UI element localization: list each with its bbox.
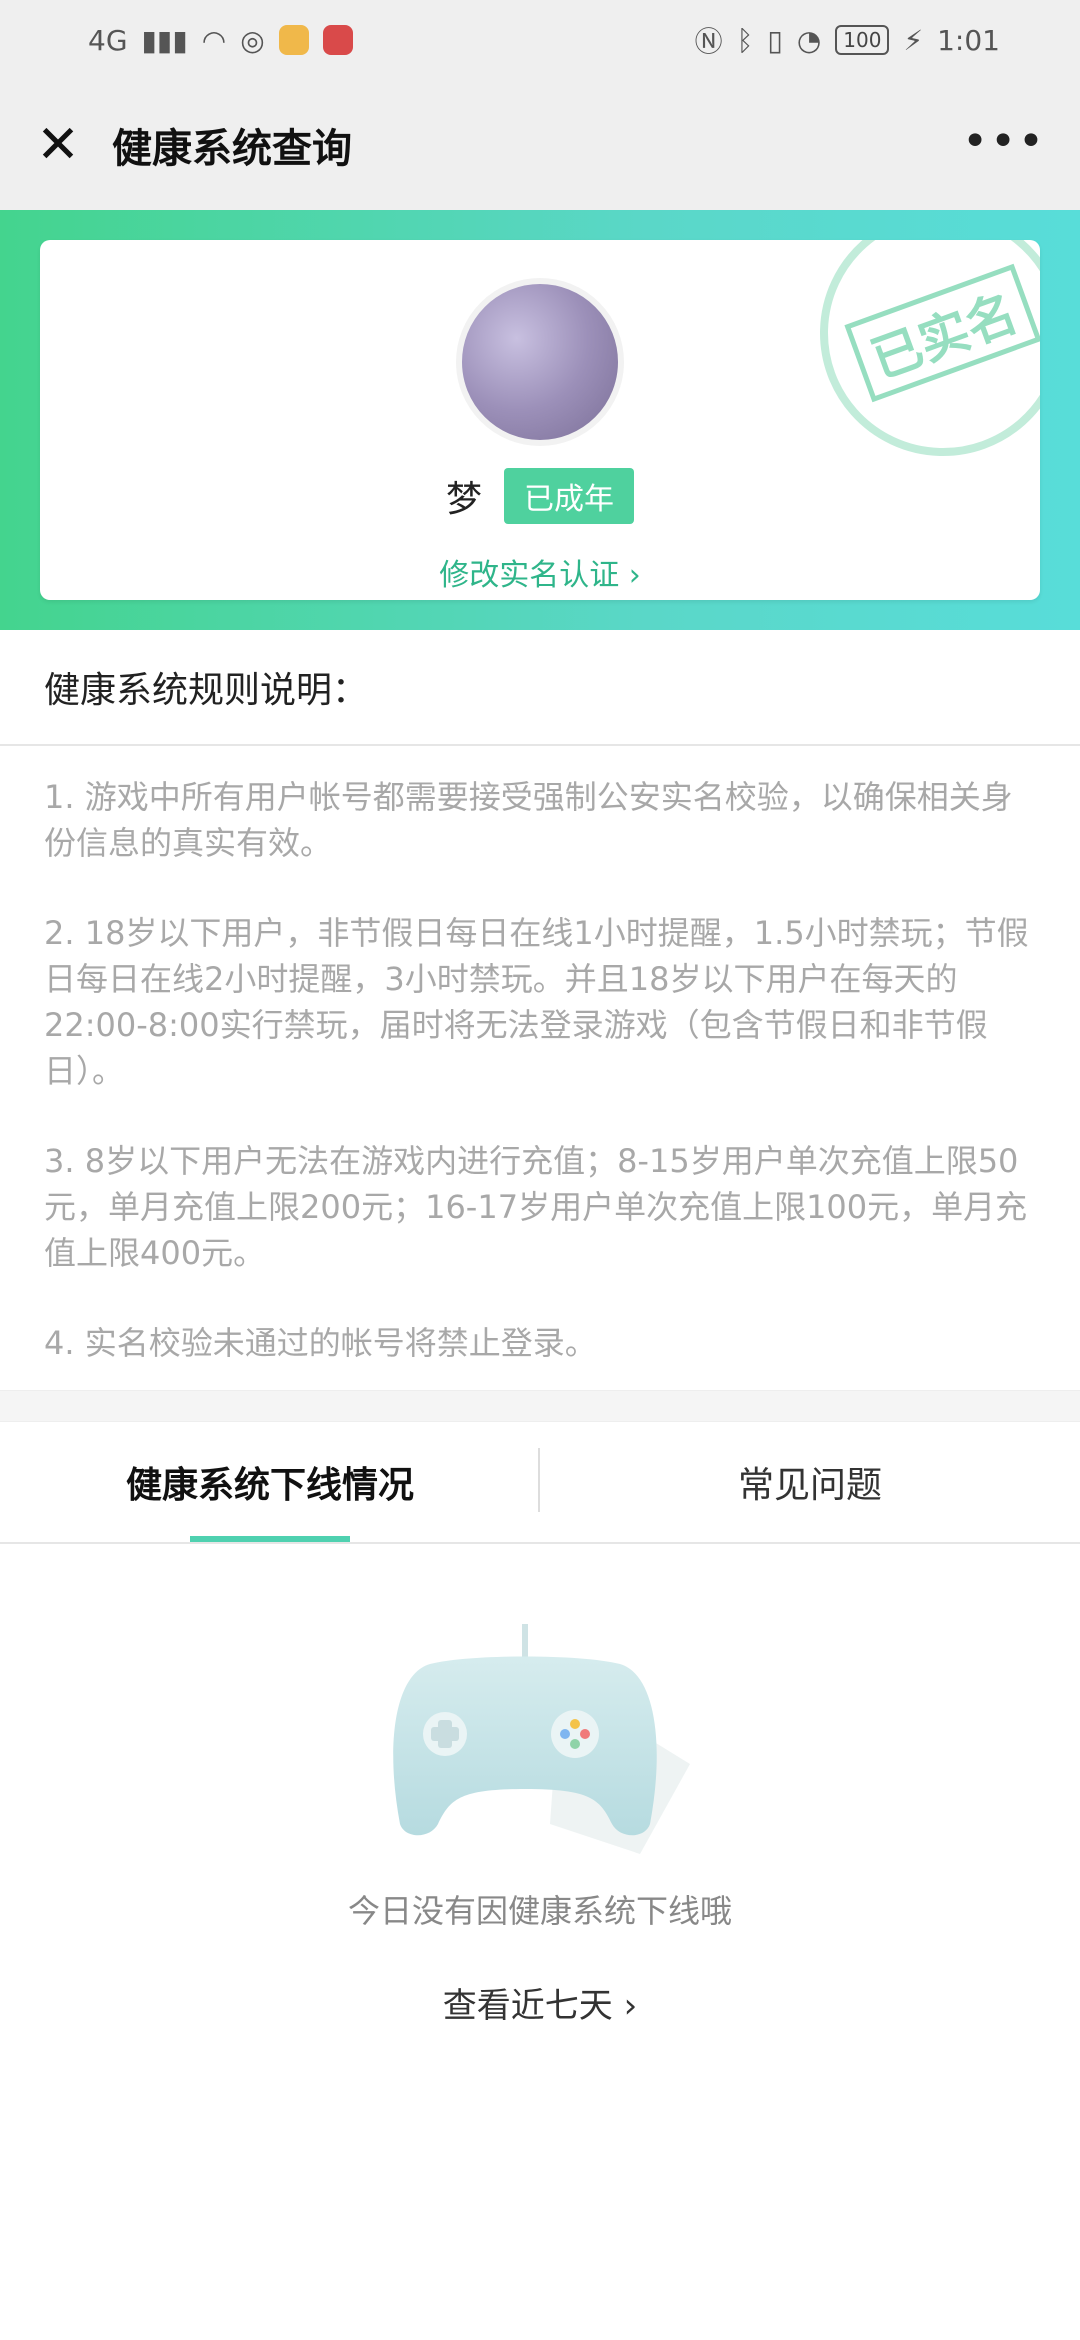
- rule-item-1: 1. 游戏中所有用户帐号都需要接受强制公安实名校验，以确保相关身份信息的真实有效…: [44, 778, 1013, 862]
- charging-icon: ⚡: [903, 23, 924, 57]
- tab-offline-status[interactable]: 健康系统下线情况: [0, 1422, 540, 1542]
- tab-separator: [538, 1448, 540, 1512]
- network-label: 4G: [88, 23, 128, 57]
- profile-banner: 已实名 梦 已成年 修改实名认证 ›: [0, 210, 1080, 630]
- close-icon: ✕: [36, 115, 80, 175]
- status-bar: 4G ▮▮▮ ◠ ◎ Ⓝ ᛒ ▯ ◔ 100 ⚡ 1:01: [0, 0, 1080, 80]
- adult-badge: 已成年: [504, 468, 634, 524]
- app-notification-icon-2: [322, 25, 353, 55]
- controller-illustration: [390, 1624, 690, 1854]
- clock: 1:01: [937, 23, 1000, 57]
- tab-bar: 健康系统下线情况 常见问题: [0, 1422, 1080, 1544]
- stamp-label: 已实名: [844, 263, 1040, 403]
- name-row: 梦 已成年: [40, 468, 1040, 524]
- close-button[interactable]: ✕: [30, 115, 86, 175]
- section-divider: [0, 1390, 1080, 1422]
- more-options-button[interactable]: •••: [962, 116, 1046, 167]
- user-name: 梦: [445, 479, 482, 520]
- bluetooth-icon: ᛒ: [736, 23, 754, 57]
- active-tab-indicator: [190, 1536, 350, 1542]
- battery-indicator: 100: [835, 25, 890, 55]
- header: ✕ 健康系统查询 •••: [0, 80, 1080, 210]
- signal-icon: ▮▮▮: [141, 23, 188, 57]
- more-icon: •••: [962, 116, 1046, 167]
- nfc-icon: Ⓝ: [694, 25, 723, 58]
- verified-stamp: 已实名: [785, 240, 1040, 491]
- empty-message: 今日没有因健康系统下线哦: [347, 1892, 732, 1930]
- sync-icon: ◎: [240, 23, 265, 57]
- page-title: 健康系统查询: [112, 126, 352, 172]
- rule-item-4: 4. 实名校验未通过的帐号将禁止登录。: [44, 1324, 597, 1362]
- status-left: 4G ▮▮▮ ◠ ◎: [88, 24, 353, 57]
- rule-item-2: 2. 18岁以下用户，非节假日每日在线1小时提醒，1.5小时禁玩；节假日每日在线…: [44, 914, 1029, 1090]
- edit-realname-link[interactable]: 修改实名认证 ›: [40, 550, 1040, 594]
- rules-title: 健康系统规则说明：: [0, 630, 1080, 746]
- tab-faq[interactable]: 常见问题: [540, 1422, 1080, 1542]
- app-notification-icon: [278, 25, 309, 55]
- rule-item-3: 3. 8岁以下用户无法在游戏内进行充值；8-15岁用户单次充值上限50元，单月充…: [44, 1142, 1028, 1272]
- speed-icon: ◔: [796, 23, 822, 57]
- empty-state: 今日没有因健康系统下线哦 查看近七天 ›: [0, 1544, 1080, 2027]
- avatar: [456, 278, 624, 446]
- profile-card: 已实名 梦 已成年 修改实名认证 ›: [40, 240, 1040, 600]
- rules-body: 1. 游戏中所有用户帐号都需要接受强制公安实名校验，以确保相关身份信息的真实有效…: [0, 746, 1080, 1390]
- wifi-icon: ◠: [201, 23, 227, 57]
- vibrate-icon: ▯: [767, 23, 783, 57]
- gamepad-icon: [393, 1624, 690, 1854]
- status-right: Ⓝ ᛒ ▯ ◔ 100 ⚡ 1:01: [695, 20, 1000, 60]
- view-last-seven-days-link[interactable]: 查看近七天 ›: [0, 1978, 1080, 2027]
